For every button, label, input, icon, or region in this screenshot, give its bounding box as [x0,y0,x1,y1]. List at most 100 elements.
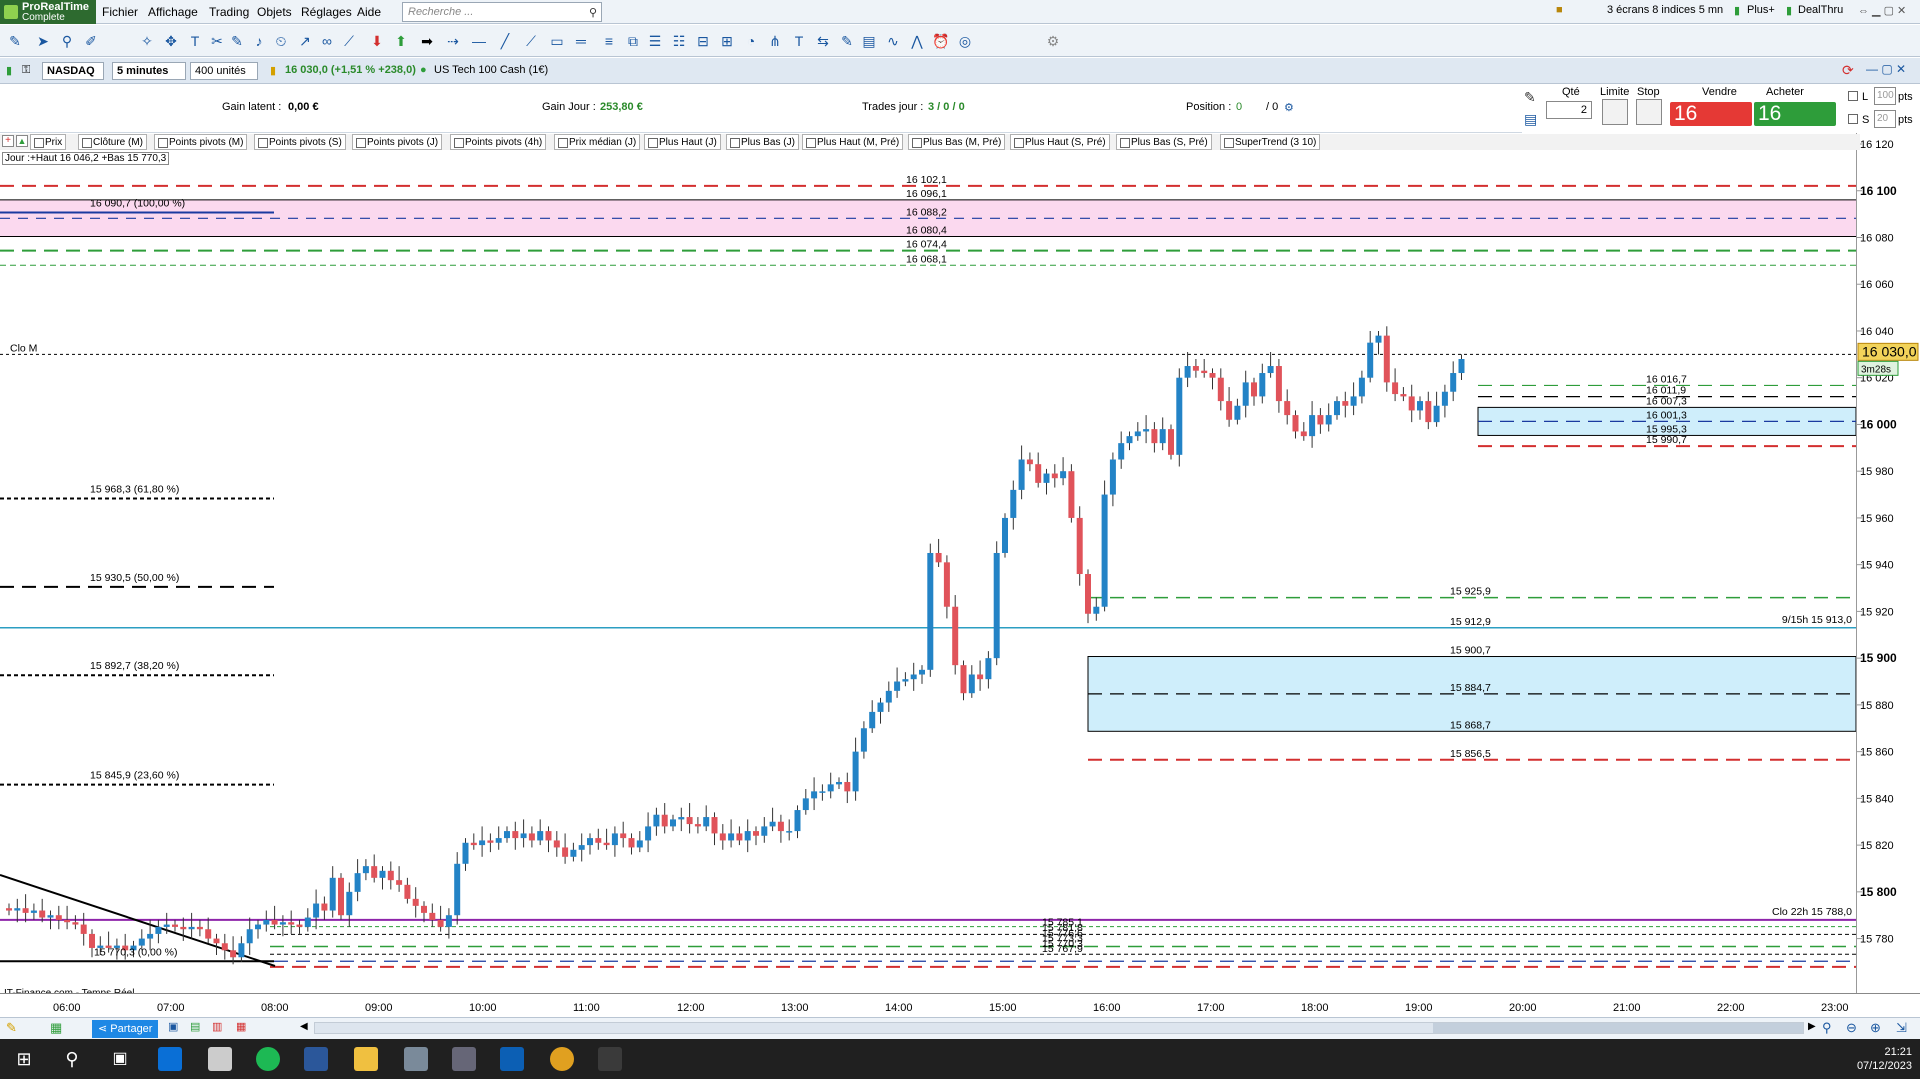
folder-icon[interactable] [354,1047,378,1071]
zoom-icon[interactable]: ⚲ [58,32,76,50]
print-icon[interactable]: ▦ [236,1020,246,1033]
autoscale-icon[interactable]: ⇲ [1896,1020,1907,1036]
channel-icon[interactable]: ⟋ [340,32,358,50]
layout-label[interactable]: 3 écrans 8 indices 5 mn [1607,4,1723,16]
zoom-in-icon[interactable]: ⊕ [1870,1020,1881,1036]
settings-icon[interactable]: ⚙ [1044,32,1062,50]
indicator-plus-bas-s[interactable]: Plus Bas (S, Pré) [1116,134,1212,150]
indicator-plus-bas-m[interactable]: Plus Bas (M, Pré) [908,134,1006,150]
chart-type-icon[interactable]: ▦ [50,1020,62,1036]
keyboard-icon[interactable]: ▤ [1524,111,1537,128]
arc-icon[interactable]: ◔ [742,32,760,50]
move-icon[interactable]: ✥ [162,32,180,50]
h-segment-icon[interactable]: ⇢ [444,32,462,50]
rectangle-icon[interactable]: ▭ [548,32,566,50]
down-arrow-icon[interactable]: ⬇ [368,32,386,50]
timeframe-select[interactable]: 5 minutes [112,62,186,80]
prorealtime-taskbar-icon[interactable] [598,1047,622,1071]
pencil-icon[interactable]: ✎ [6,32,24,50]
dev-icon[interactable] [500,1047,524,1071]
search-taskbar-icon[interactable]: ⚲ [60,1047,84,1071]
pencil-bottom-icon[interactable]: ✎ [6,1020,17,1036]
screenshot-icon[interactable]: ▣ [168,1020,178,1033]
lock-icon[interactable]: ⚿ [22,64,30,77]
qty-input[interactable]: 2 [1546,101,1592,119]
units-select[interactable]: 400 unités [190,62,258,80]
indicator-prix-median[interactable]: Prix médian (J) [554,134,641,150]
wave-icon[interactable]: ∿ [884,32,902,50]
menu-affichage[interactable]: Affichage [148,5,198,19]
text-tool-icon[interactable]: T [186,32,204,50]
price-chart[interactable]: 16 102,1 16 096,1 16 088,2 16 080,4 16 074,4… [0,133,1920,993]
channel2-icon[interactable]: ⧉ [624,32,642,50]
time-icon[interactable]: ⏰ [932,32,950,50]
h-line-icon[interactable]: — [470,32,488,50]
globe-icon[interactable]: ◎ [956,32,974,50]
explorer-app-icon[interactable] [208,1047,232,1071]
l-input[interactable]: 100 [1874,87,1896,105]
menu-objets[interactable]: Objets [257,5,292,19]
grid-icon[interactable]: ▤ [860,32,878,50]
order-settings-icon[interactable]: ✎ [1524,89,1536,106]
task-view-icon[interactable]: ▣ [108,1047,132,1071]
properties-icon[interactable]: ▲ [16,135,28,147]
excel-icon[interactable]: ▤ [190,1020,200,1033]
zoom-out-icon[interactable]: ⊖ [1846,1020,1857,1036]
ruler-icon[interactable]: ✐ [82,32,100,50]
s-input[interactable]: 20 [1874,110,1896,128]
pattern-icon[interactable]: ⋀ [908,32,926,50]
stop-button[interactable] [1636,99,1662,125]
plus-button[interactable]: Plus+ [1747,4,1775,16]
broker-label[interactable]: DealThru [1798,4,1843,16]
indicator-plus-haut-m[interactable]: Plus Haut (M, Pré) [802,134,904,150]
pencil2-icon[interactable]: ✎ [838,32,856,50]
indicator-pivots-m[interactable]: Points pivots (M) [154,134,248,150]
menu-fichier[interactable]: Fichier [102,5,138,19]
word-icon[interactable] [304,1047,328,1071]
store-icon[interactable] [158,1047,182,1071]
gear-icon[interactable]: ⚙ [1284,101,1294,114]
chrome-icon[interactable] [550,1047,574,1071]
menu-trading[interactable]: Trading [209,5,249,19]
fibonacci-icon[interactable]: ≡ [600,32,618,50]
magic-icon[interactable]: ✧ [138,32,156,50]
segment-icon[interactable]: ↗ [296,32,314,50]
fan-icon[interactable]: ⊞ [718,32,736,50]
link-icon[interactable]: ∞ [318,32,336,50]
indicator-supertrend[interactable]: SuperTrend (3 10) [1220,134,1321,150]
app-icon[interactable] [452,1047,476,1071]
limit-button[interactable] [1602,99,1628,125]
horizontal-scrollbar[interactable] [314,1022,1804,1034]
right-arrow-icon[interactable]: ➡ [418,32,436,50]
report-icon[interactable]: ▥ [212,1020,222,1033]
sync-icon[interactable]: ⟳ [1842,62,1854,79]
add-indicator-icon[interactable]: + [2,135,14,147]
color-icon[interactable]: ✂ [208,32,226,50]
indicator-pivots-s[interactable]: Points pivots (S) [254,134,346,150]
buy-button[interactable]: 16 030,5 [1754,102,1836,149]
alarm-icon[interactable]: ⏲ [272,32,290,50]
instrument-select[interactable]: NASDAQ [42,62,104,80]
trend-line-icon[interactable]: ╱ [496,32,514,50]
scrollbar-thumb[interactable] [1433,1023,1803,1033]
windows-start-icon[interactable]: ⊞ [12,1047,36,1071]
indicator-prix[interactable]: Prix [30,134,67,150]
spotify-icon[interactable] [256,1047,280,1071]
menu-aide[interactable]: Aide [357,5,381,19]
menu-reglages[interactable]: Réglages [301,5,352,19]
text-box-icon[interactable]: T [790,32,808,50]
cursor-icon[interactable]: ➤ [34,32,52,50]
scroll-left-icon[interactable]: ◀ [300,1021,308,1032]
ray-icon[interactable]: ⟋ [522,32,540,50]
l-checkbox[interactable] [1848,91,1858,101]
indicator-cloture-m[interactable]: Clôture (M) [78,134,148,150]
pitchfork-icon[interactable]: ⋔ [766,32,784,50]
sell-button[interactable]: 16 029,5 [1670,102,1752,149]
window-buttons-icon[interactable]: — ▢ ✕ [1866,62,1906,76]
indicator-plus-haut-s[interactable]: Plus Haut (S, Pré) [1010,134,1110,150]
calculator-icon[interactable] [404,1047,428,1071]
measure-icon[interactable]: ⇆ [814,32,832,50]
eraser-icon[interactable]: ✎ [228,32,246,50]
projection-icon[interactable]: ⊟ [694,32,712,50]
scroll-right-icon[interactable]: ▶ [1808,1021,1816,1032]
